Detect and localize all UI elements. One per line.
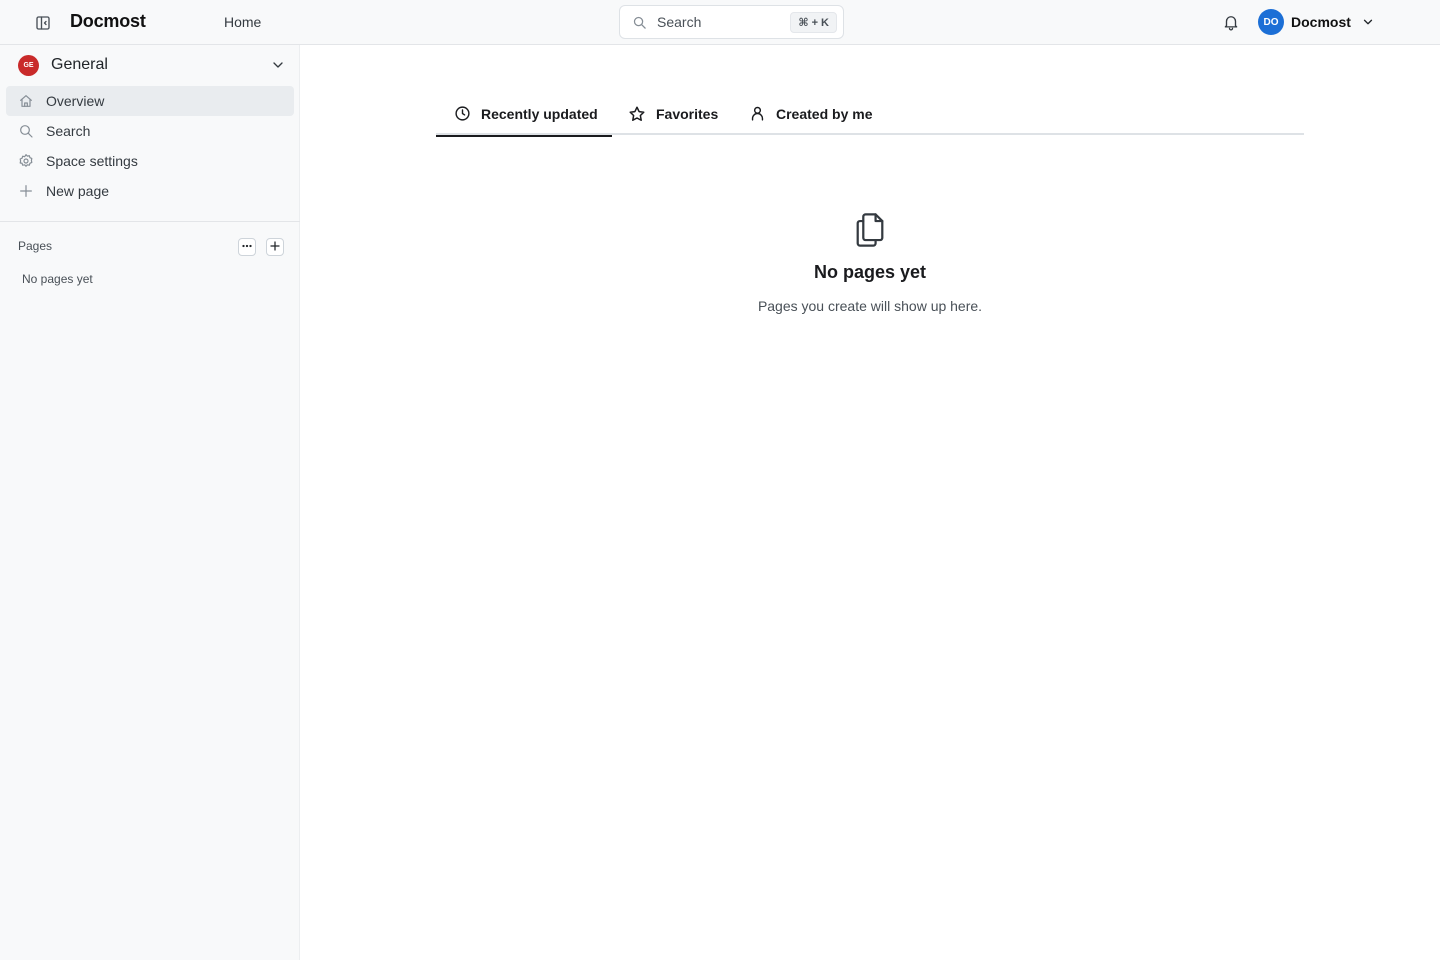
user-menu[interactable]: DO Docmost — [1258, 9, 1375, 35]
bell-icon[interactable] — [1220, 11, 1242, 33]
chevron-down-icon — [270, 57, 286, 76]
plus-icon — [18, 183, 34, 199]
tab-bar: Recently updated Favorites Created by me — [436, 92, 1304, 137]
files-icon — [852, 210, 888, 250]
sidebar-item-space-settings[interactable]: Space settings — [6, 146, 294, 176]
clock-icon — [453, 105, 471, 123]
avatar: DO — [1258, 9, 1284, 35]
space-name: General — [51, 56, 108, 73]
sidebar-item-label: Overview — [46, 93, 105, 109]
user-icon — [748, 105, 766, 123]
sidebar-toggle-icon[interactable] — [32, 12, 54, 34]
pages-more-button[interactable] — [238, 238, 256, 256]
top-header: Docmost Home Search ⌘ + K DO Docmost — [0, 0, 1440, 45]
dots-icon — [241, 239, 253, 255]
empty-state: No pages yet Pages you create will show … — [700, 210, 1040, 314]
add-page-button[interactable] — [266, 238, 284, 256]
sidebar-item-label: Search — [46, 123, 91, 139]
user-name: Docmost — [1291, 14, 1351, 30]
tab-label: Favorites — [656, 105, 719, 122]
brand-logo-text[interactable]: Docmost — [70, 11, 146, 32]
empty-state-title: No pages yet — [813, 262, 927, 282]
sidebar: GE General Overview Search Space setting… — [0, 45, 300, 960]
home-icon — [18, 93, 34, 109]
sidebar-item-label: New page — [46, 183, 110, 199]
space-switcher[interactable]: GE General — [18, 54, 288, 76]
search-icon — [632, 15, 647, 33]
tab-recently-updated[interactable]: Recently updated — [436, 92, 612, 137]
star-icon — [628, 105, 646, 123]
tab-label: Recently updated — [481, 105, 598, 122]
sidebar-item-overview[interactable]: Overview — [6, 86, 294, 116]
gear-icon — [18, 153, 34, 169]
search-placeholder: Search — [657, 14, 702, 30]
chevron-down-icon — [1361, 15, 1375, 29]
search-icon — [18, 123, 34, 139]
tab-created-by-me[interactable]: Created by me — [748, 92, 872, 135]
search-input[interactable]: Search ⌘ + K — [619, 5, 844, 39]
tab-label: Created by me — [776, 105, 873, 122]
empty-state-description: Pages you create will show up here. — [757, 298, 983, 314]
space-nav: Overview Search Space settings New page — [6, 86, 294, 206]
sidebar-item-search[interactable]: Search — [6, 116, 294, 146]
plus-icon — [269, 239, 281, 255]
home-link[interactable]: Home — [224, 14, 261, 30]
sidebar-item-label: Space settings — [46, 153, 138, 169]
pages-empty-text: No pages yet — [22, 272, 93, 286]
sidebar-item-new-page[interactable]: New page — [6, 176, 294, 206]
space-avatar: GE — [18, 54, 39, 76]
search-shortcut-badge: ⌘ + K — [790, 12, 837, 33]
pages-section-title: Pages — [18, 239, 53, 253]
sidebar-divider — [0, 221, 300, 222]
tab-favorites[interactable]: Favorites — [628, 92, 718, 135]
